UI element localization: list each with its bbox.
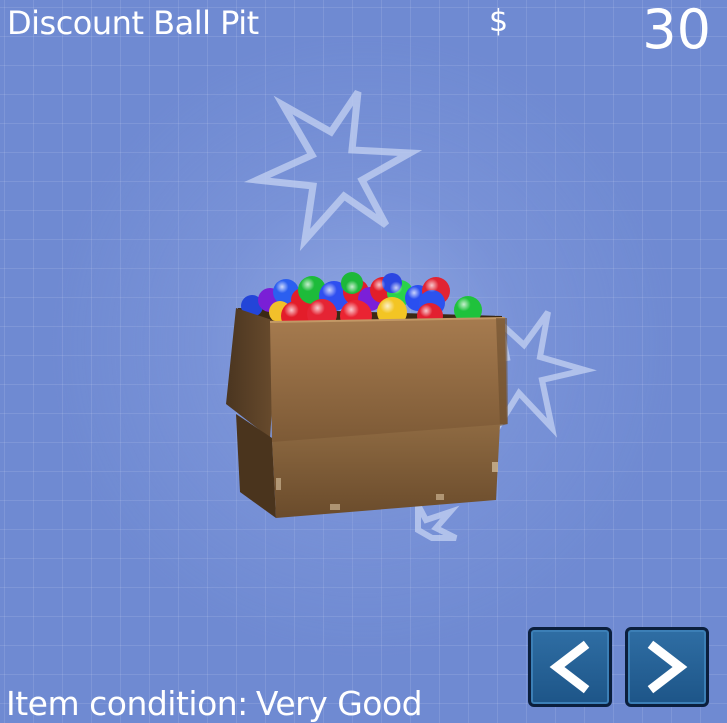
nav-previous-button[interactable] [528, 627, 612, 707]
ball-pit-box [226, 272, 508, 518]
chevron-right-icon [647, 640, 688, 694]
star-outline-icon [243, 90, 423, 252]
item-stage [226, 90, 597, 541]
item-condition: Item condition: Very Good [6, 684, 423, 723]
nav-next-button[interactable] [625, 627, 709, 707]
item-condition-label: Item condition: [6, 684, 248, 723]
star-outline-icon [415, 503, 460, 541]
item-condition-value: Very Good [255, 684, 423, 723]
chevron-left-icon [549, 640, 590, 694]
